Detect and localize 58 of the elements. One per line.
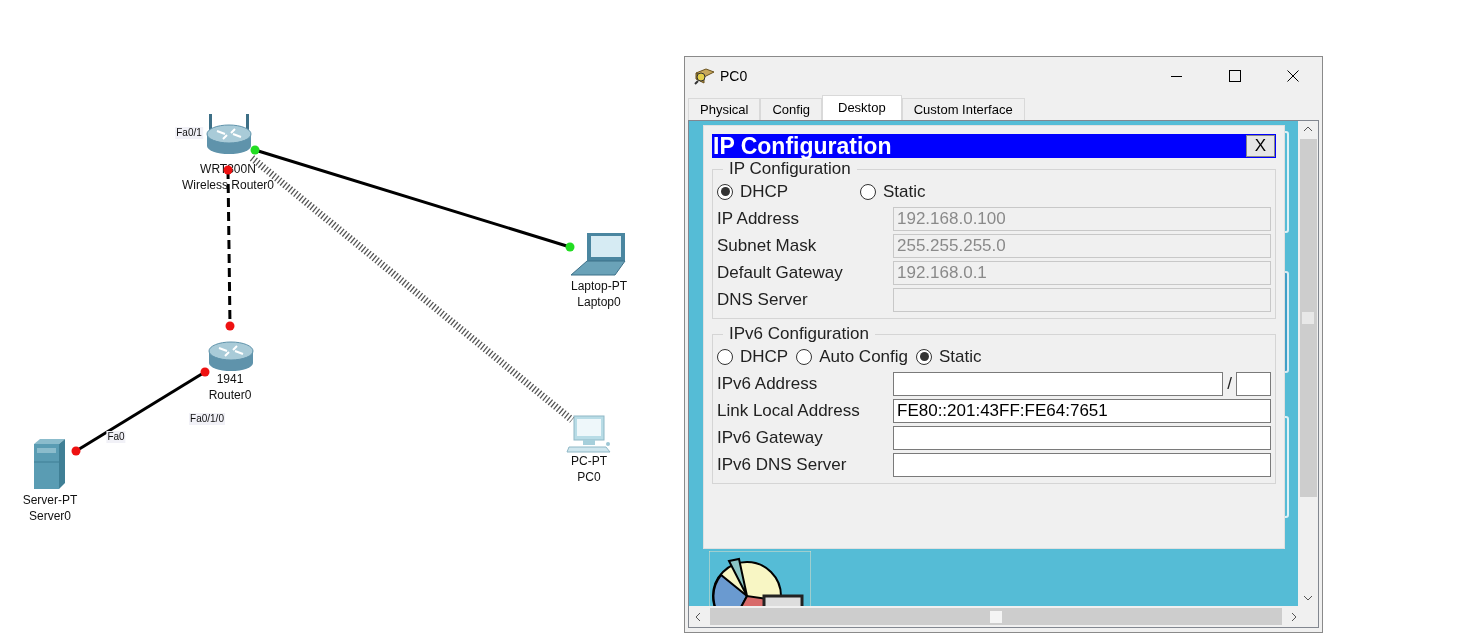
maximize-icon — [1229, 70, 1241, 82]
server-icon[interactable] — [32, 438, 66, 490]
field-label: Default Gateway — [717, 261, 844, 284]
radio-button[interactable] — [796, 348, 813, 365]
group-legend: IPv6 Configuration — [723, 325, 875, 343]
scroll-right-icon[interactable] — [1290, 611, 1298, 622]
device-name-label: Laptop0 — [577, 294, 621, 310]
window-title: PC0 — [720, 66, 748, 86]
app-icon — [694, 67, 716, 85]
port-label: Fa0/1/0 — [189, 413, 225, 425]
radio-button[interactable] — [717, 348, 733, 365]
text-field[interactable] — [893, 371, 1224, 396]
radio-option[interactable]: DHCP — [717, 343, 789, 370]
scroll-down-icon[interactable] — [1303, 594, 1313, 602]
group-legend: IP Configuration — [723, 160, 857, 178]
device-name-label: Server0 — [29, 508, 71, 524]
device-name-label: Wireless Router0 — [182, 177, 274, 193]
tab[interactable]: Desktop — [822, 95, 902, 120]
device-model-label: PC-PT — [571, 453, 607, 469]
dialog-title: IP Configuration — [712, 134, 892, 158]
prefix-separator: / — [1227, 372, 1232, 395]
tab[interactable]: Custom Interface — [901, 98, 1025, 120]
field-label: DNS Server — [717, 288, 809, 311]
text-field[interactable] — [893, 452, 1271, 477]
field-label: Link Local Address — [717, 399, 861, 422]
device-model-label: Laptop-PT — [571, 278, 627, 294]
scroll-thumb[interactable] — [710, 608, 1282, 625]
field-label: IPv6 DNS Server — [717, 453, 848, 476]
prefix-length-field[interactable] — [1236, 371, 1271, 396]
dialog-close-button[interactable]: X — [1246, 135, 1275, 157]
radio-option[interactable]: Static — [916, 343, 982, 370]
radio-option[interactable]: Auto Config — [796, 343, 908, 370]
tab[interactable]: Physical — [688, 98, 761, 120]
field-label: Subnet Mask — [717, 234, 818, 257]
scroll-left-icon[interactable] — [694, 611, 702, 622]
device-model-label: 1941 — [216, 371, 244, 387]
text-field[interactable] — [893, 425, 1271, 450]
device-name-label: PC0 — [577, 469, 601, 485]
radio-button[interactable] — [717, 183, 733, 200]
port-label: Fa0 — [106, 431, 126, 443]
laptop-icon[interactable] — [569, 232, 627, 276]
router-icon[interactable] — [207, 339, 255, 373]
device-name-label: Router0 — [208, 387, 252, 403]
scroll-thumb[interactable] — [1299, 139, 1317, 497]
scroll-up-icon[interactable] — [1303, 125, 1313, 133]
radio-option[interactable]: Static — [860, 178, 926, 205]
tab[interactable]: Config — [760, 98, 822, 120]
wireless-router-icon[interactable] — [205, 114, 253, 156]
field-label: IPv6 Address — [717, 372, 819, 395]
device-model-label: Server-PT — [22, 492, 78, 508]
port-label: Fa0/1 — [175, 127, 203, 139]
radio-button[interactable] — [860, 183, 876, 200]
text-field[interactable]: FE80::201:43FF:FE64:7651 — [893, 398, 1271, 423]
field-label: IP Address — [717, 207, 800, 230]
field-label: IPv6 Gateway — [717, 426, 824, 449]
close-icon — [1287, 70, 1299, 82]
radio-option[interactable]: DHCP — [717, 178, 852, 205]
radio-button[interactable] — [916, 348, 932, 365]
